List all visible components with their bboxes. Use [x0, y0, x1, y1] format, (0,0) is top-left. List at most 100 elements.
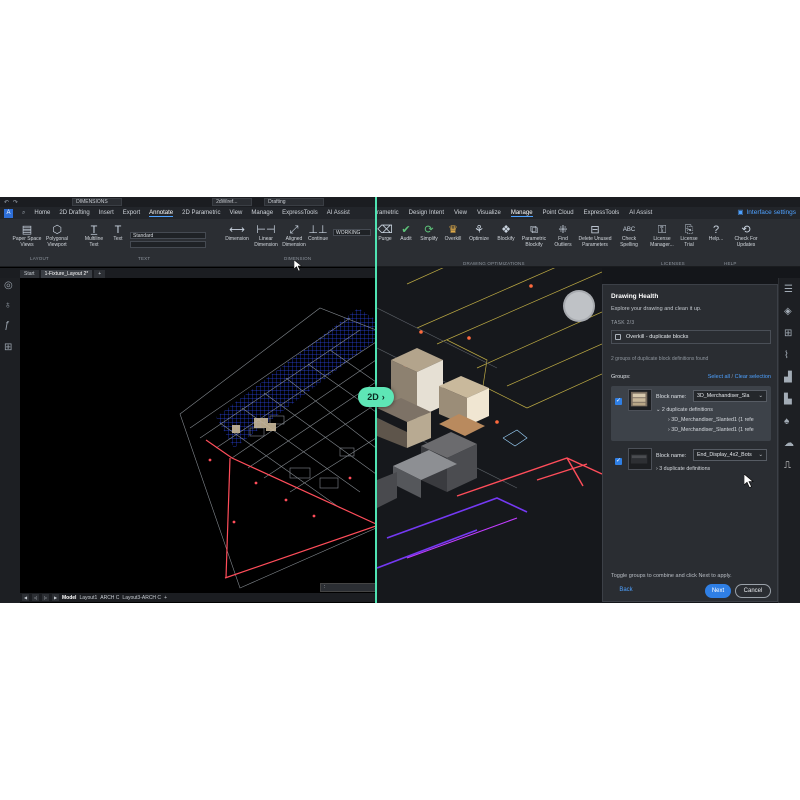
tab-2d-drafting[interactable]: 2D Drafting	[59, 210, 89, 216]
lightbulb-icon[interactable]: ♁	[4, 300, 12, 311]
group-label-layout: LAYOUT	[30, 256, 49, 261]
audit-button[interactable]: ✔ Audit	[396, 223, 416, 243]
check-for-updates-button[interactable]: ⟲ Check For Updates	[729, 223, 763, 248]
duplicate-group-1[interactable]: ✓ Block name: 3D_Merchandiser_Sla ⌄ ⌄ 2 …	[611, 386, 771, 441]
redo-icon[interactable]: ↷	[13, 199, 18, 206]
select-all-link[interactable]: Select all	[708, 374, 730, 380]
drawing-viewport-2d[interactable]	[20, 278, 376, 596]
group-1-item-1[interactable]: › 3D_Merchandiser_Slanted1 (1 refe	[668, 417, 754, 423]
undo-icon[interactable]: ↶	[4, 199, 9, 206]
layout-tab-layout1[interactable]: Layout1	[79, 595, 97, 601]
app-screenshot: ↶ ↷ DIMENSIONS 2dWiref... Drafting A ⌕ H…	[0, 197, 800, 603]
tab-expresstools-right[interactable]: ExpressTools	[584, 210, 620, 216]
tab-parametric[interactable]: rametric	[377, 210, 399, 216]
tab-home[interactable]: Home	[34, 210, 50, 216]
back-button[interactable]: Back	[613, 584, 639, 596]
bulb-icon[interactable]: ♠	[784, 416, 789, 427]
tab-insert[interactable]: Insert	[99, 210, 114, 216]
new-tab-icon[interactable]: +	[94, 270, 106, 278]
tab-manage[interactable]: Manage	[251, 210, 273, 216]
license-manager-button[interactable]: ⚿ License Manager...	[647, 223, 677, 248]
attachment-icon[interactable]: ⌇	[784, 350, 789, 361]
tab-point-cloud[interactable]: Point Cloud	[543, 210, 574, 216]
chart-icon[interactable]: ▟	[784, 372, 792, 383]
polygonal-viewport-button[interactable]: ⬡ Polygonal Viewport	[42, 223, 72, 248]
add-layout-icon[interactable]: +	[164, 595, 167, 601]
text-button[interactable]: T Text	[110, 223, 126, 243]
group-2-block-name-select[interactable]: End_Display_4x2_Bots ⌄	[693, 449, 767, 461]
blockify-button[interactable]: ❖ Blockify	[494, 223, 518, 243]
visibility-icon[interactable]: ◎	[4, 280, 13, 291]
multiline-text-button[interactable]: T̲ Multiline Text	[80, 223, 108, 248]
last-layout-icon[interactable]: ▶	[52, 594, 59, 601]
workspace-select[interactable]: DIMENSIONS	[72, 198, 123, 206]
tab-manage-right[interactable]: Manage	[510, 210, 533, 217]
task-name: Overkill - duplicate blocks	[626, 334, 689, 340]
optimize-button[interactable]: ⚘ Optimize	[466, 223, 492, 243]
continue-dimension-button[interactable]: ⊥⊥ Continue	[307, 223, 329, 243]
next-button[interactable]: Next	[705, 584, 731, 598]
group-1-duplicate-count[interactable]: ⌄ 2 duplicate definitions	[656, 407, 713, 413]
hierarchy-icon[interactable]: ⊞	[4, 342, 12, 353]
license-trial-button[interactable]: ⎘ License Trial	[677, 223, 701, 248]
cancel-button[interactable]: Cancel	[735, 584, 771, 598]
doc-tab-start[interactable]: Start	[20, 270, 39, 278]
clear-selection-link[interactable]: Clear selection	[735, 374, 771, 380]
layout-tab-arch-c[interactable]: ARCH C	[100, 595, 119, 601]
group-2-checkbox[interactable]: ✓	[615, 458, 622, 465]
cloud-icon[interactable]: ☁	[784, 438, 794, 449]
multiline-text-icon: T̲	[90, 224, 98, 236]
stamp-icon[interactable]: ▙	[784, 394, 792, 405]
drawing-health-icon[interactable]: ⎍	[784, 460, 791, 471]
drawing-viewport-3d[interactable]	[377, 268, 602, 603]
visual-style-select[interactable]: 2dWiref...	[212, 198, 253, 206]
tab-annotate[interactable]: Annotate	[149, 210, 174, 217]
command-line-input[interactable]: :	[320, 583, 376, 592]
formula-icon[interactable]: ƒ	[4, 320, 10, 331]
tab-expresstools[interactable]: ExpressTools	[282, 210, 318, 216]
linear-dimension-button[interactable]: ⊢⊣ Linear Dimension	[252, 223, 280, 248]
delete-unused-parameters-button[interactable]: ⊟ Delete Unused Parameters	[576, 223, 614, 248]
interface-settings-link[interactable]: ▣ Interface settings	[737, 208, 796, 217]
prev-layout-icon[interactable]: ◁	[32, 594, 39, 601]
tab-2d-parametric[interactable]: 2D Parametric	[182, 210, 220, 216]
doc-tab-fixture-layout[interactable]: 1-Fixture_Layout 2*	[40, 270, 93, 278]
group-1-thumbnail	[628, 389, 652, 411]
tab-visualize[interactable]: Visualize	[477, 210, 501, 216]
dimension-style-select[interactable]: WORKING	[333, 229, 371, 236]
tab-export[interactable]: Export	[123, 210, 140, 216]
group-2-duplicate-count[interactable]: › 3 duplicate definitions	[656, 466, 710, 472]
group-1-checkbox[interactable]: ✓	[615, 398, 622, 405]
text-style-select[interactable]: Standard	[130, 232, 206, 239]
group-1-item-2[interactable]: › 3D_Merchandiser_Slanted1 (1 refe	[668, 427, 754, 433]
purge-button[interactable]: ⌫ Purge	[377, 223, 393, 243]
group-1-block-name-select[interactable]: 3D_Merchandiser_Sla ⌄	[693, 390, 767, 402]
aligned-dimension-button[interactable]: ⤢ Aligned Dimension	[280, 223, 308, 248]
tab-view-right[interactable]: View	[454, 210, 467, 216]
tab-ai-assist-right[interactable]: AI Assist	[629, 210, 652, 216]
tab-view[interactable]: View	[229, 210, 242, 216]
layers-icon[interactable]: ◈	[784, 306, 792, 317]
paper-space-views-button[interactable]: ▤ Paper Space Views	[10, 223, 44, 248]
simplify-button[interactable]: ⟳ Simplify	[418, 223, 440, 243]
tab-design-intent[interactable]: Design Intent	[409, 210, 444, 216]
check-spelling-button[interactable]: ABC Check Spelling	[616, 223, 642, 248]
search-icon[interactable]: ⌕	[22, 210, 25, 217]
first-layout-icon[interactable]: ◀	[22, 594, 29, 601]
help-button[interactable]: ? Help...	[707, 223, 725, 243]
layout-tab-model[interactable]: Model	[62, 595, 76, 601]
view-toggle-2d-button[interactable]: 2D ›	[358, 387, 394, 407]
chevron-right-icon: ›	[381, 392, 385, 402]
app-menu-icon[interactable]: A	[4, 208, 13, 218]
text-height-select[interactable]	[130, 241, 206, 248]
dimension-button[interactable]: ⟷ Dimension	[222, 223, 252, 243]
parametric-blockify-button[interactable]: ⧉ Parametric Blockify	[519, 223, 549, 248]
layer-select[interactable]: Drafting	[264, 198, 325, 206]
layout-tab-layout3[interactable]: Layout3-ARCH C	[122, 595, 161, 601]
tab-ai-assist[interactable]: AI Assist	[327, 210, 350, 216]
sliders-icon[interactable]: ☰	[784, 284, 793, 295]
overkill-button[interactable]: ♛ Overkill	[442, 223, 464, 243]
next-layout-icon[interactable]: ▷	[42, 594, 49, 601]
grid-icon[interactable]: ⊞	[784, 328, 792, 339]
find-outliers-button[interactable]: ⁜ Find Outliers	[551, 223, 575, 248]
